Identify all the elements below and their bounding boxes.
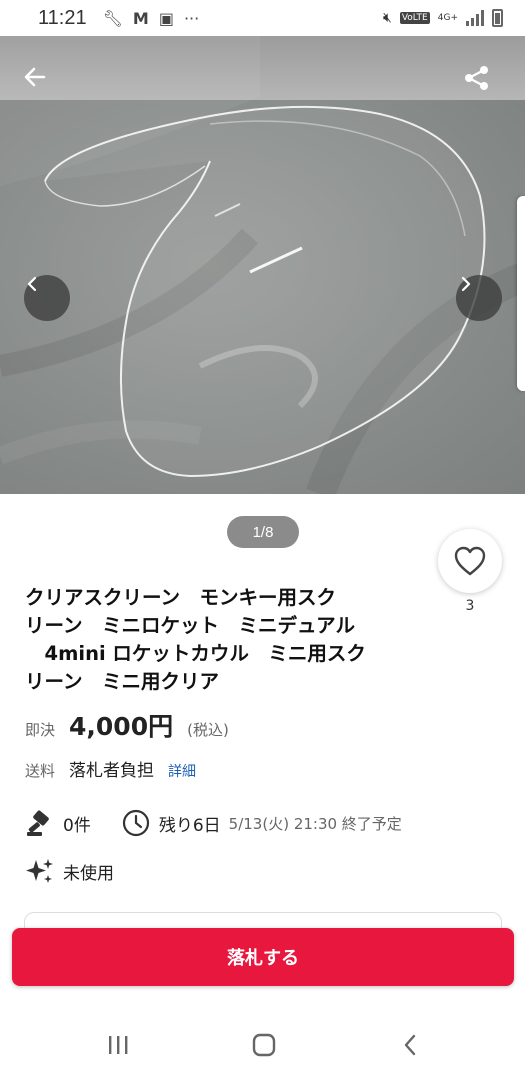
side-panel-handle[interactable] [517,196,525,391]
network-type: 4G+ [437,13,458,23]
mute-icon: 🔇︎ [382,10,392,26]
condition-row: 未使用 [25,856,114,886]
shipping-row: 送料 落札者負担 詳細 [25,756,196,781]
image-counter: 1/8 [227,516,299,548]
item-condition: 未使用 [63,863,114,884]
gmail-icon: M [132,8,149,28]
app-icon: ▣ [158,8,174,28]
arrow-left-icon [24,67,46,87]
more-icon: ··· [183,8,200,28]
heart-icon [454,546,486,576]
title-line: クリアスクリーン モンキー用スク [25,586,337,609]
recent-apps-button[interactable] [103,1030,133,1060]
status-time: 11:21 [38,6,87,29]
price-label: 即決 [25,721,56,739]
item-title: クリアスクリーン モンキー用スク リーン ミニロケット ミニデュアル 4mini… [25,584,420,696]
end-date: 5/13(火) 21:30 終了予定 [228,814,402,833]
previous-image-button[interactable] [24,275,70,321]
sparkle-icon [26,859,53,883]
chevron-left-icon [27,276,37,292]
time-left: 残り6日 [158,815,221,836]
home-icon [252,1033,276,1057]
recent-apps-icon [109,1036,128,1054]
title-line: 4mini ロケットカウル ミニ用スク [25,642,366,665]
next-image-button[interactable] [456,275,502,321]
title-line: リーン ミニロケット ミニデュアル [25,614,355,637]
battery-icon [492,9,503,27]
notification-icons: 🔧︎ M ▣ ··· [103,9,200,28]
title-line: リーン ミニ用クリア [25,670,220,693]
wrench-icon: 🔧︎ [102,8,123,28]
buy-now-button[interactable]: 落札する [12,928,514,986]
price-row: 即決 4,000円 (税込) [25,707,229,743]
tax-note: (税込) [187,721,229,739]
bid-count: 0件 [63,815,91,836]
signal-icon [466,10,484,26]
volte-badge: VoLTE [399,12,430,24]
auction-meta-row: 0件 残り6日 5/13(火) 21:30 終了予定 [25,808,402,838]
product-photo [0,36,525,494]
share-icon [465,66,488,90]
system-navigation-bar [0,1000,525,1080]
share-button[interactable] [463,64,503,104]
gavel-icon [27,810,49,836]
back-button[interactable] [22,64,62,104]
watch-button[interactable] [438,529,502,593]
system-back-button[interactable] [396,1030,426,1060]
watch-count: 3 [465,598,475,614]
price-value: 4,000円 [69,712,174,741]
shipping-detail-link[interactable]: 詳細 [168,761,196,781]
chevron-right-icon [461,276,471,292]
product-image-carousel[interactable] [0,36,525,494]
shipping-label: 送料 [25,762,56,780]
status-bar: 11:21 🔧︎ M ▣ ··· 🔇︎ VoLTE 4G+ [0,0,525,36]
clock-icon [122,809,149,837]
home-button[interactable] [249,1030,279,1060]
shipping-value: 落札者負担 [69,761,155,781]
chevron-left-icon [404,1034,416,1056]
system-icons: 🔇︎ VoLTE 4G+ [383,9,503,27]
